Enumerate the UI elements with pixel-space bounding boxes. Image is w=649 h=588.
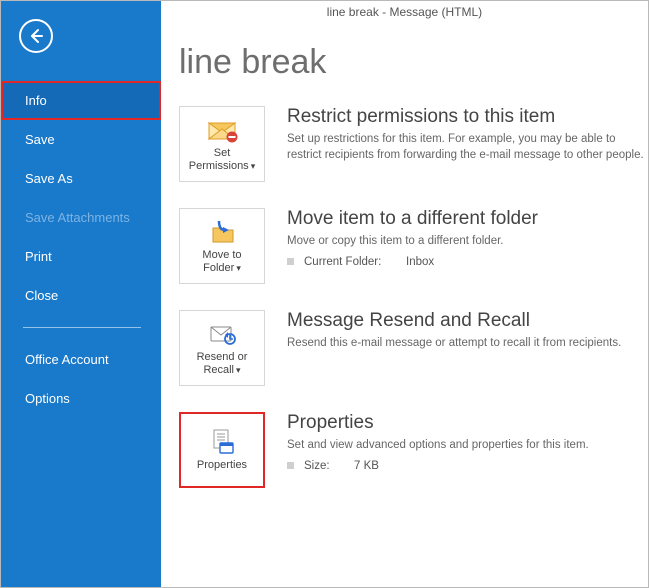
move-to-folder-button[interactable]: Move to Folder▾ bbox=[179, 208, 265, 284]
kv-label: Size: bbox=[304, 460, 344, 472]
section-body: Properties Set and view advanced options… bbox=[287, 412, 648, 472]
info-sections: Set Permissions▾ Restrict permissions to… bbox=[179, 106, 648, 488]
section-title: Message Resend and Recall bbox=[287, 310, 644, 332]
resend-recall-button[interactable]: Resend or Recall▾ bbox=[179, 310, 265, 386]
section-desc: Set and view advanced options and proper… bbox=[287, 438, 644, 454]
nav-item-label: Info bbox=[25, 93, 47, 108]
envelope-restrict-icon bbox=[205, 115, 239, 145]
section-restrict-permissions: Set Permissions▾ Restrict permissions to… bbox=[179, 106, 648, 182]
folder-move-icon bbox=[205, 217, 239, 247]
nav-office-account[interactable]: Office Account bbox=[1, 340, 161, 379]
main-pane: line break - Message (HTML) line break bbox=[161, 1, 648, 587]
window-title: line break - Message (HTML) bbox=[161, 1, 648, 19]
section-title: Properties bbox=[287, 412, 644, 434]
section-body: Restrict permissions to this item Set up… bbox=[287, 106, 648, 169]
nav-item-label: Office Account bbox=[25, 352, 109, 367]
kv-value: 7 KB bbox=[354, 460, 379, 472]
arrow-left-icon bbox=[27, 27, 45, 45]
nav-divider bbox=[23, 327, 141, 328]
chevron-down-icon: ▾ bbox=[236, 263, 241, 273]
tile-label: Move to Folder▾ bbox=[184, 249, 260, 275]
nav-item-label: Close bbox=[25, 288, 58, 303]
nav-item-label: Save As bbox=[25, 171, 73, 186]
section-body: Message Resend and Recall Resend this e-… bbox=[287, 310, 648, 358]
tile-label: Properties bbox=[197, 459, 247, 472]
nav-options[interactable]: Options bbox=[1, 379, 161, 418]
nav-item-label: Print bbox=[25, 249, 52, 264]
kv-value: Inbox bbox=[406, 256, 434, 268]
page-title: line break bbox=[179, 43, 648, 82]
section-body: Move item to a different folder Move or … bbox=[287, 208, 648, 268]
chevron-down-icon: ▾ bbox=[251, 161, 256, 171]
back-button[interactable] bbox=[19, 19, 53, 53]
section-desc: Set up restrictions for this item. For e… bbox=[287, 132, 644, 163]
section-title: Restrict permissions to this item bbox=[287, 106, 644, 128]
section-desc: Resend this e-mail message or attempt to… bbox=[287, 336, 644, 352]
section-title: Move item to a different folder bbox=[287, 208, 644, 230]
section-properties: Properties Properties Set and view advan… bbox=[179, 412, 648, 488]
section-desc: Move or copy this item to a different fo… bbox=[287, 234, 644, 250]
tile-label: Resend or Recall▾ bbox=[184, 351, 260, 377]
nav-close[interactable]: Close bbox=[1, 276, 161, 315]
bullet-icon bbox=[287, 462, 294, 469]
nav-save[interactable]: Save bbox=[1, 120, 161, 159]
nav-save-attachments: Save Attachments bbox=[1, 198, 161, 237]
current-folder-row: Current Folder: Inbox bbox=[287, 256, 644, 268]
properties-button[interactable]: Properties bbox=[179, 412, 265, 488]
resend-recall-icon bbox=[205, 319, 239, 349]
kv-label: Current Folder: bbox=[304, 256, 396, 268]
tile-label: Set Permissions▾ bbox=[184, 147, 260, 173]
nav-save-as[interactable]: Save As bbox=[1, 159, 161, 198]
section-move-item: Move to Folder▾ Move item to a different… bbox=[179, 208, 648, 284]
properties-icon bbox=[207, 427, 237, 457]
nav-print[interactable]: Print bbox=[1, 237, 161, 276]
set-permissions-button[interactable]: Set Permissions▾ bbox=[179, 106, 265, 182]
nav-item-label: Save bbox=[25, 132, 55, 147]
nav-item-label: Options bbox=[25, 391, 70, 406]
section-resend-recall: Resend or Recall▾ Message Resend and Rec… bbox=[179, 310, 648, 386]
nav-item-label: Save Attachments bbox=[25, 210, 130, 225]
size-row: Size: 7 KB bbox=[287, 460, 644, 472]
bullet-icon bbox=[287, 258, 294, 265]
nav-info[interactable]: Info bbox=[1, 81, 161, 120]
chevron-down-icon: ▾ bbox=[236, 365, 241, 375]
backstage-sidebar: Info Save Save As Save Attachments Print… bbox=[1, 1, 161, 587]
